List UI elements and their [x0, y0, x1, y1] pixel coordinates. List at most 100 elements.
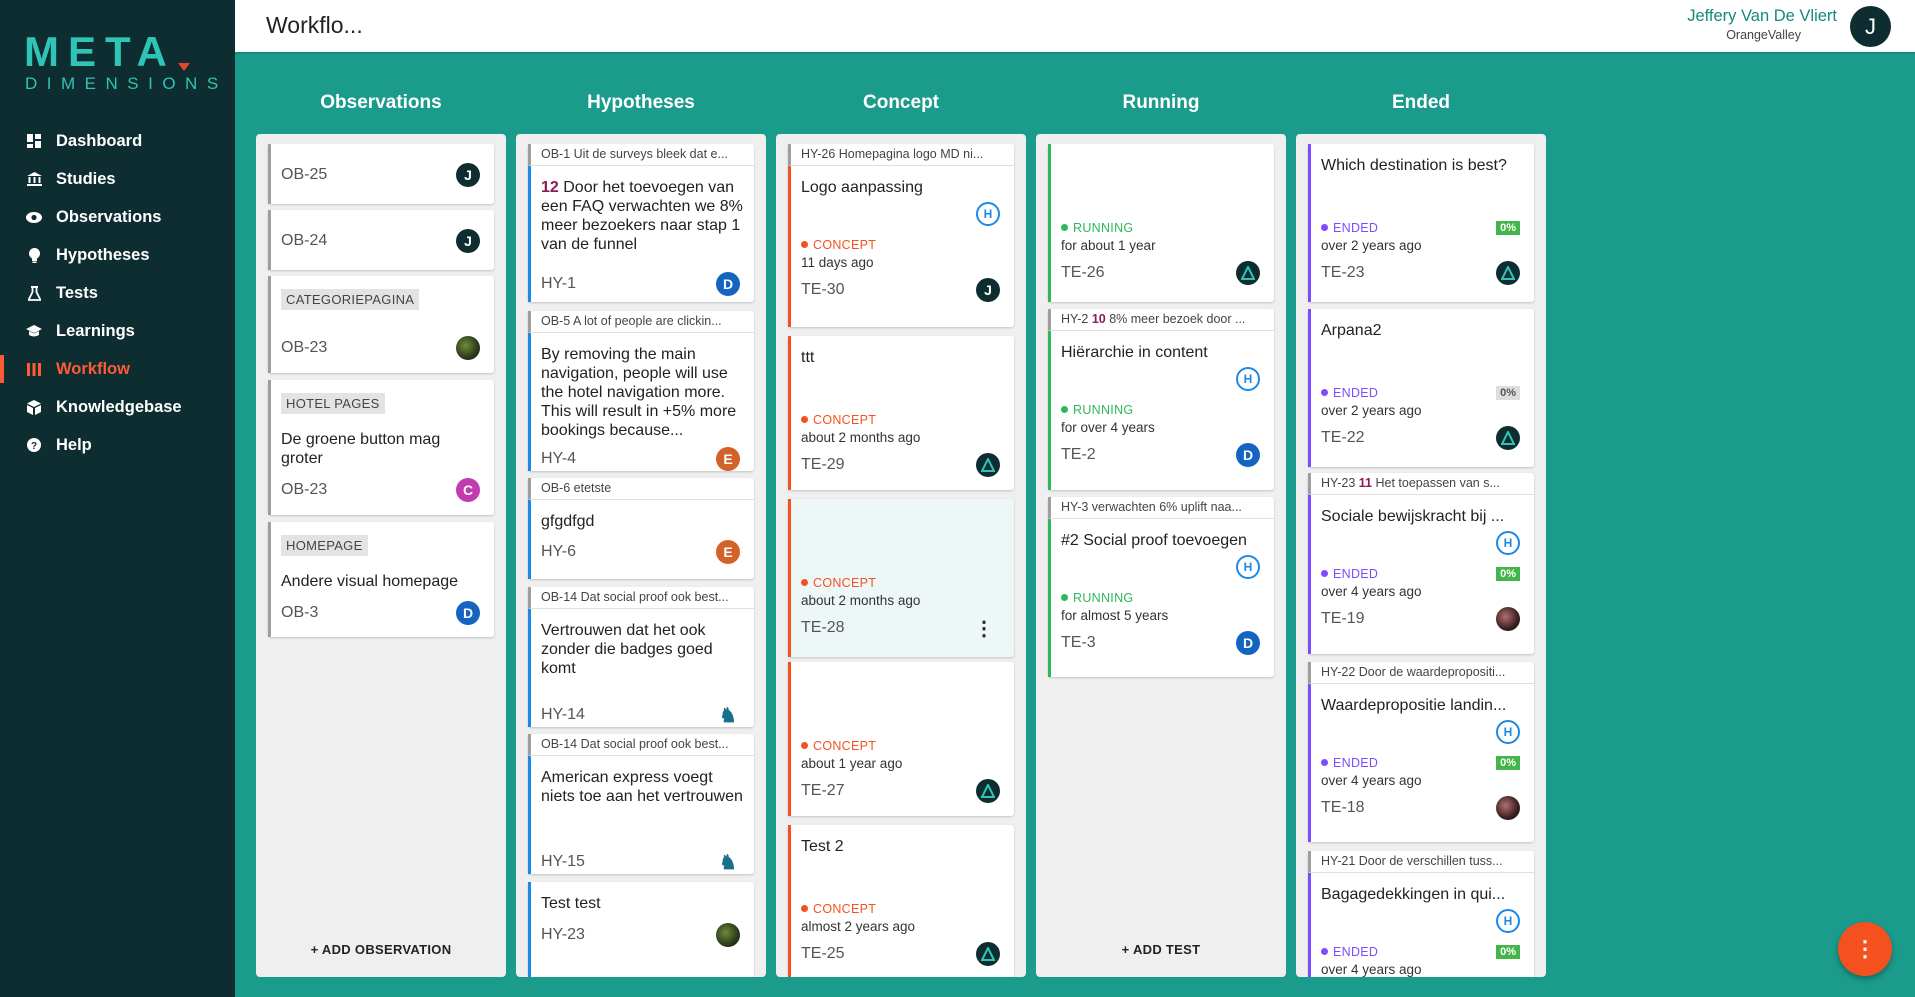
hypothesis-score: 12: [541, 179, 559, 196]
sidebar-item-help[interactable]: ? Help: [0, 426, 235, 464]
card-title: Waardepropositie landin...: [1321, 697, 1507, 714]
card-id: OB-24: [281, 232, 328, 249]
user-avatar[interactable]: J: [1850, 6, 1891, 47]
card-parent-link[interactable]: HY-21 Door de verschillen tuss...: [1308, 851, 1534, 873]
test-card[interactable]: CONCEPT about 2 months ago TE-28 ⋮: [788, 499, 1014, 657]
sidebar-item-label: Help: [56, 435, 92, 454]
card-id: HY-14: [541, 706, 585, 723]
card-parent-link[interactable]: HY-2 10 8% meer bezoek door ...: [1048, 309, 1274, 331]
meta-logo-avatar-icon: [976, 453, 1000, 477]
card-id: TE-27: [801, 782, 845, 799]
brand-logo[interactable]: META DIMENSIONS: [24, 28, 218, 98]
sidebar-item-studies[interactable]: Studies: [0, 160, 235, 198]
card-title: Hiërarchie in content: [1061, 344, 1208, 361]
card-id: TE-29: [801, 456, 845, 473]
columns-icon: [26, 361, 42, 377]
card-parent-link[interactable]: OB-14 Dat social proof ook best...: [528, 734, 754, 756]
test-card[interactable]: ttt CONCEPT about 2 months ago TE-29: [788, 336, 1014, 490]
card-title: Vertrouwen dat het ook zonder die badges…: [541, 622, 713, 677]
hypothesis-card[interactable]: OB-14 Dat social proof ook best... Vertr…: [528, 587, 754, 727]
sidebar-item-tests[interactable]: Tests: [0, 274, 235, 312]
add-test-button[interactable]: + ADD TEST: [1036, 942, 1286, 957]
user-info[interactable]: Jeffery Van De Vliert OrangeValley: [1687, 7, 1837, 42]
meta-logo-avatar-icon: [1496, 261, 1520, 285]
hypothesis-card[interactable]: OB-5 A lot of people are clickin... By r…: [528, 311, 754, 471]
hypothesis-card[interactable]: OB-14 Dat social proof ook best... Ameri…: [528, 734, 754, 874]
status-badge: CONCEPT: [801, 902, 876, 916]
avatar: [456, 336, 480, 360]
sidebar-item-label: Studies: [56, 169, 116, 188]
test-card[interactable]: HY-26 Homepagina logo MD ni... Logo aanp…: [788, 144, 1014, 327]
user-name: Jeffery Van De Vliert: [1687, 7, 1837, 25]
column-observations: OB-25 J OB-24 J CATEGORIEPAGINA OB-23 HO…: [256, 134, 506, 977]
logo-accent-icon: [178, 63, 190, 71]
hypothesis-badge: H: [976, 202, 1000, 226]
sidebar-item-workflow[interactable]: Workflow: [0, 350, 235, 388]
sidebar-item-learnings[interactable]: Learnings: [0, 312, 235, 350]
card-parent-link[interactable]: OB-14 Dat social proof ook best...: [528, 587, 754, 609]
hypothesis-card[interactable]: OB-1 Uit de surveys bleek dat e... 12 Do…: [528, 144, 754, 302]
test-card[interactable]: Arpana2 ENDED 0% over 2 years ago TE-22: [1308, 309, 1534, 467]
test-card[interactable]: HY-3 verwachten 6% uplift naa... #2 Soci…: [1048, 497, 1274, 677]
avatar: [716, 923, 740, 947]
test-card[interactable]: HY-23 11 Het toepassen van s... Sociale …: [1308, 473, 1534, 654]
sidebar-item-knowledgebase[interactable]: Knowledgebase: [0, 388, 235, 426]
card-id: TE-22: [1321, 429, 1365, 446]
meta-logo-avatar-icon: [976, 942, 1000, 966]
observation-card[interactable]: OB-25 J: [268, 144, 494, 204]
observation-card[interactable]: HOMEPAGE Andere visual homepage OB-3 D: [268, 522, 494, 637]
logo-subtitle: DIMENSIONS: [25, 74, 228, 93]
sidebar-nav: Dashboard Studies Observations Hypothese…: [0, 122, 235, 464]
meta-logo-avatar-icon: [1236, 261, 1260, 285]
test-card[interactable]: CONCEPT about 1 year ago TE-27: [788, 662, 1014, 816]
meta-logo-avatar-icon: [976, 779, 1000, 803]
avatar: D: [716, 272, 740, 296]
sidebar-item-dashboard[interactable]: Dashboard: [0, 122, 235, 160]
add-observation-button[interactable]: + ADD OBSERVATION: [256, 942, 506, 957]
card-parent-link[interactable]: HY-26 Homepagina logo MD ni...: [788, 144, 1014, 166]
card-parent-link[interactable]: OB-5 A lot of people are clickin...: [528, 311, 754, 333]
observation-card[interactable]: OB-24 J: [268, 210, 494, 270]
observation-card[interactable]: HOTEL PAGES De groene button mag groter …: [268, 380, 494, 515]
card-id: TE-25: [801, 945, 845, 962]
test-card[interactable]: RUNNING for about 1 year TE-26: [1048, 144, 1274, 302]
page-title: Workflo...: [266, 12, 363, 38]
user-organization: OrangeValley: [1726, 28, 1801, 42]
test-card[interactable]: HY-2 10 8% meer bezoek door ... Hiërarch…: [1048, 309, 1274, 490]
card-parent-link[interactable]: HY-22 Door de waardepropositi...: [1308, 662, 1534, 684]
uplift-percentage: 0%: [1496, 221, 1520, 235]
sidebar-item-label: Knowledgebase: [56, 397, 182, 416]
card-menu-button[interactable]: ⋮: [974, 619, 994, 639]
category-tag: HOTEL PAGES: [281, 393, 385, 414]
observation-card[interactable]: CATEGORIEPAGINA OB-23: [268, 276, 494, 373]
card-title: #2 Social proof toevoegen: [1061, 532, 1247, 549]
avatar: E: [716, 447, 740, 471]
card-id: TE-28: [801, 619, 845, 636]
test-card[interactable]: HY-21 Door de verschillen tuss... Bagage…: [1308, 851, 1534, 977]
card-timestamp: about 2 months ago: [801, 593, 921, 608]
column-title-concept: Concept: [863, 92, 939, 113]
test-card[interactable]: Test 2 CONCEPT almost 2 years ago TE-25: [788, 825, 1014, 977]
status-badge: RUNNING: [1061, 591, 1133, 605]
floating-action-button[interactable]: ⋮: [1838, 922, 1892, 976]
test-card[interactable]: HY-22 Door de waardepropositi... Waardep…: [1308, 662, 1534, 842]
status-badge: CONCEPT: [801, 238, 876, 252]
card-parent-link[interactable]: HY-23 11 Het toepassen van s...: [1308, 473, 1534, 495]
card-parent-link[interactable]: OB-1 Uit de surveys bleek dat e...: [528, 144, 754, 166]
avatar: J: [456, 229, 480, 253]
status-badge: ENDED: [1321, 221, 1378, 235]
test-card[interactable]: Which destination is best? ENDED 0% over…: [1308, 144, 1534, 302]
column-title-hypotheses: Hypotheses: [587, 92, 695, 113]
hypothesis-badge: H: [1496, 909, 1520, 933]
card-id: TE-26: [1061, 264, 1105, 281]
card-parent-link[interactable]: OB-6 etetste: [528, 478, 754, 500]
card-parent-link[interactable]: HY-3 verwachten 6% uplift naa...: [1048, 497, 1274, 519]
hypothesis-badge: H: [1496, 531, 1520, 555]
card-timestamp: about 1 year ago: [801, 756, 903, 771]
card-title: American express voegt niets toe aan het…: [541, 769, 743, 805]
card-title: By removing the main navigation, people …: [541, 346, 737, 439]
sidebar-item-hypotheses[interactable]: Hypotheses: [0, 236, 235, 274]
hypothesis-card[interactable]: Test test HY-23: [528, 882, 754, 977]
hypothesis-card[interactable]: OB-6 etetste gfgdfgd HY-6 E: [528, 478, 754, 579]
sidebar-item-observations[interactable]: Observations: [0, 198, 235, 236]
